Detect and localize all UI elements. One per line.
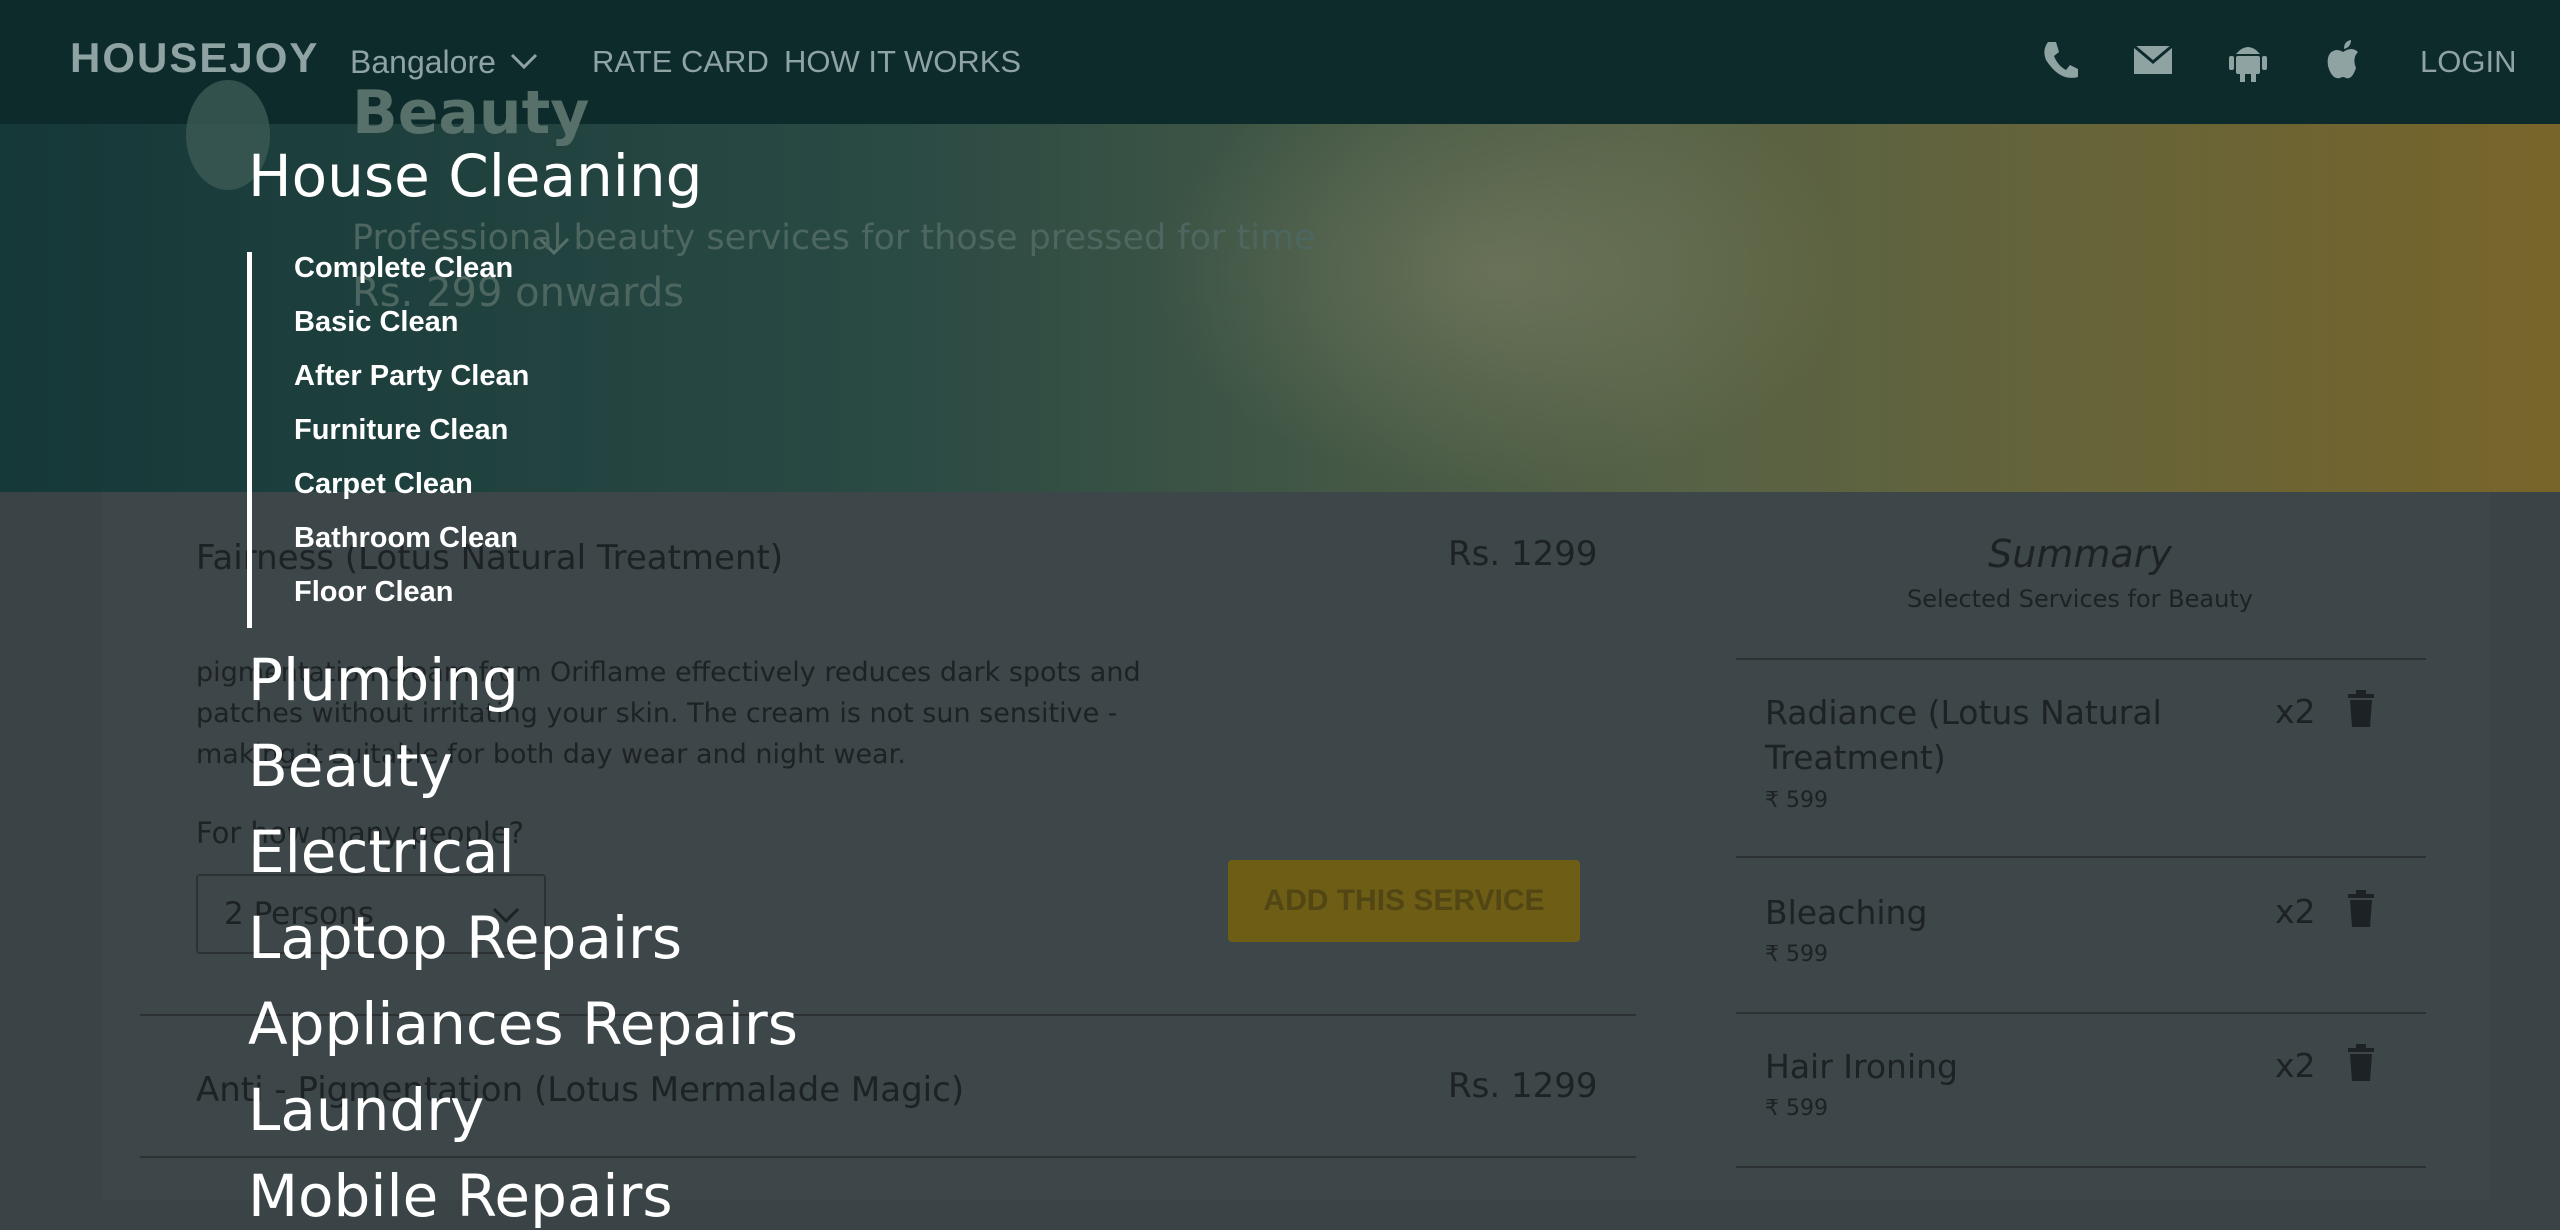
trash-icon[interactable] bbox=[2346, 1044, 2376, 1082]
summary-item-qty: x2 bbox=[2275, 892, 2316, 931]
divider bbox=[1736, 856, 2426, 858]
menu-category-electrical[interactable]: Electrical bbox=[248, 818, 515, 886]
summary-item-qty: x2 bbox=[2275, 692, 2316, 731]
city-selector[interactable]: Bangalore bbox=[350, 44, 496, 81]
summary-item-qty: x2 bbox=[2275, 1046, 2316, 1085]
how-it-works-link[interactable]: HOW IT WORKS bbox=[784, 44, 1021, 80]
summary-subtitle: Selected Services for Beauty bbox=[1907, 585, 2253, 613]
submenu-item-carpet-clean[interactable]: Carpet Clean bbox=[294, 468, 473, 501]
submenu-item-floor-clean[interactable]: Floor Clean bbox=[294, 576, 454, 609]
summary-item-price: ₹ 599 bbox=[1765, 1096, 1828, 1121]
divider bbox=[1736, 658, 2426, 660]
service-price: Rs. 1299 bbox=[1448, 534, 1598, 574]
mail-icon[interactable] bbox=[2132, 38, 2174, 82]
hero-image bbox=[1150, 124, 1850, 492]
submenu-item-after-party-clean[interactable]: After Party Clean bbox=[294, 360, 529, 393]
submenu-item-bathroom-clean[interactable]: Bathroom Clean bbox=[294, 522, 518, 555]
menu-category-beauty[interactable]: Beauty bbox=[248, 732, 453, 800]
submenu-item-furniture-clean[interactable]: Furniture Clean bbox=[294, 414, 508, 447]
divider bbox=[1736, 1166, 2426, 1168]
menu-category-appliances-repairs[interactable]: Appliances Repairs bbox=[248, 990, 798, 1058]
submenu-item-complete-clean[interactable]: Complete Clean bbox=[294, 252, 513, 285]
summary-item-price: ₹ 599 bbox=[1765, 942, 1828, 967]
rate-card-link[interactable]: RATE CARD bbox=[592, 44, 769, 80]
apple-icon[interactable] bbox=[2324, 38, 2362, 82]
housejoy-logo[interactable]: HOUSEJOY bbox=[70, 34, 319, 82]
android-icon[interactable] bbox=[2228, 38, 2268, 82]
add-service-button[interactable]: ADD THIS SERVICE bbox=[1228, 860, 1580, 942]
trash-icon[interactable] bbox=[2346, 890, 2376, 928]
summary-item-name: Bleaching bbox=[1765, 893, 1928, 932]
login-link[interactable]: LOGIN bbox=[2420, 44, 2516, 80]
menu-category-laptop-repairs[interactable]: Laptop Repairs bbox=[248, 904, 682, 972]
service-price: Rs. 1299 bbox=[1448, 1066, 1598, 1106]
submenu-indicator bbox=[247, 252, 252, 628]
summary-item-price: ₹ 599 bbox=[1765, 788, 1828, 813]
summary-item-name: Radiance (Lotus Natural Treatment) bbox=[1765, 693, 2162, 777]
phone-icon[interactable] bbox=[2040, 38, 2080, 82]
summary-title: Summary bbox=[1988, 532, 2172, 576]
divider bbox=[1736, 1012, 2426, 1014]
menu-category-laundry[interactable]: Laundry bbox=[248, 1076, 484, 1144]
submenu-item-basic-clean[interactable]: Basic Clean bbox=[294, 306, 458, 339]
menu-category-plumbing[interactable]: Plumbing bbox=[248, 646, 519, 714]
chevron-down-icon[interactable] bbox=[510, 52, 538, 70]
divider bbox=[140, 1156, 1636, 1158]
menu-category-house-cleaning[interactable]: House Cleaning bbox=[248, 142, 702, 210]
menu-category-mobile-repairs[interactable]: Mobile Repairs bbox=[248, 1162, 673, 1230]
trash-icon[interactable] bbox=[2346, 690, 2376, 728]
hero-title: Beauty bbox=[352, 78, 590, 148]
summary-item-name: Hair Ironing bbox=[1765, 1047, 1958, 1086]
